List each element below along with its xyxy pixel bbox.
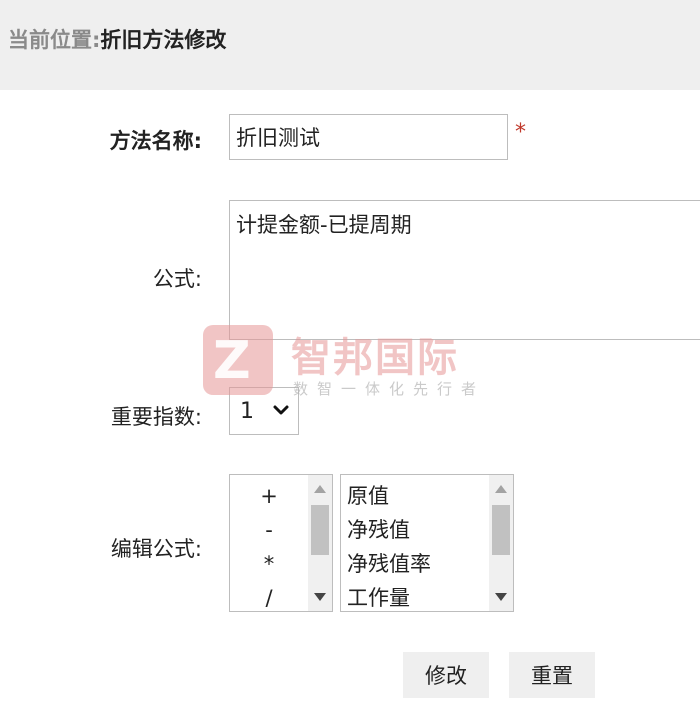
formula-label: 公式:: [152, 267, 202, 291]
operator-scroll-thumb[interactable]: [311, 505, 329, 555]
field-scrollbar[interactable]: [489, 475, 513, 611]
operator-option[interactable]: /: [230, 581, 308, 611]
method-name-value: 折旧测试: [236, 126, 320, 150]
field-option[interactable]: 原值: [341, 479, 489, 513]
importance-select[interactable]: 1: [229, 387, 299, 435]
breadcrumb: 当前位置: 折旧方法修改: [0, 0, 700, 90]
field-option[interactable]: 工作量: [341, 581, 489, 611]
method-name-input[interactable]: 折旧测试: [229, 114, 508, 160]
field-option[interactable]: 净残值率: [341, 547, 489, 581]
field-listbox[interactable]: 原值 净残值 净残值率 工作量: [340, 474, 514, 612]
triangle-up-icon[interactable]: [494, 483, 508, 495]
operator-option[interactable]: +: [230, 479, 308, 513]
watermark-slogan: 数智一体化先行者: [293, 380, 486, 398]
formula-value: 计提金额-已提周期: [236, 213, 412, 237]
modify-button[interactable]: 修改: [403, 652, 489, 698]
chevron-down-icon: [273, 405, 289, 415]
operator-listbox[interactable]: + - * /: [229, 474, 333, 612]
triangle-down-icon[interactable]: [494, 591, 508, 603]
reset-button[interactable]: 重置: [509, 652, 595, 698]
breadcrumb-prefix: 当前位置:: [8, 28, 101, 52]
importance-label: 重要指数:: [110, 405, 202, 429]
page-title: 折旧方法修改: [100, 28, 227, 52]
field-scroll-thumb[interactable]: [492, 505, 510, 555]
method-name-label: 方法名称:: [109, 129, 202, 153]
field-option[interactable]: 净残值: [341, 513, 489, 547]
operator-scrollbar[interactable]: [308, 475, 332, 611]
edit-formula-label: 编辑公式:: [110, 537, 202, 561]
operator-option[interactable]: -: [230, 513, 308, 547]
importance-selected-value: 1: [240, 398, 254, 424]
triangle-down-icon[interactable]: [313, 591, 327, 603]
formula-textarea[interactable]: 计提金额-已提周期: [229, 200, 700, 340]
required-mark: *: [515, 120, 526, 145]
watermark-logo-letter: Z: [213, 331, 251, 391]
operator-option[interactable]: *: [230, 547, 308, 581]
triangle-up-icon[interactable]: [313, 483, 327, 495]
